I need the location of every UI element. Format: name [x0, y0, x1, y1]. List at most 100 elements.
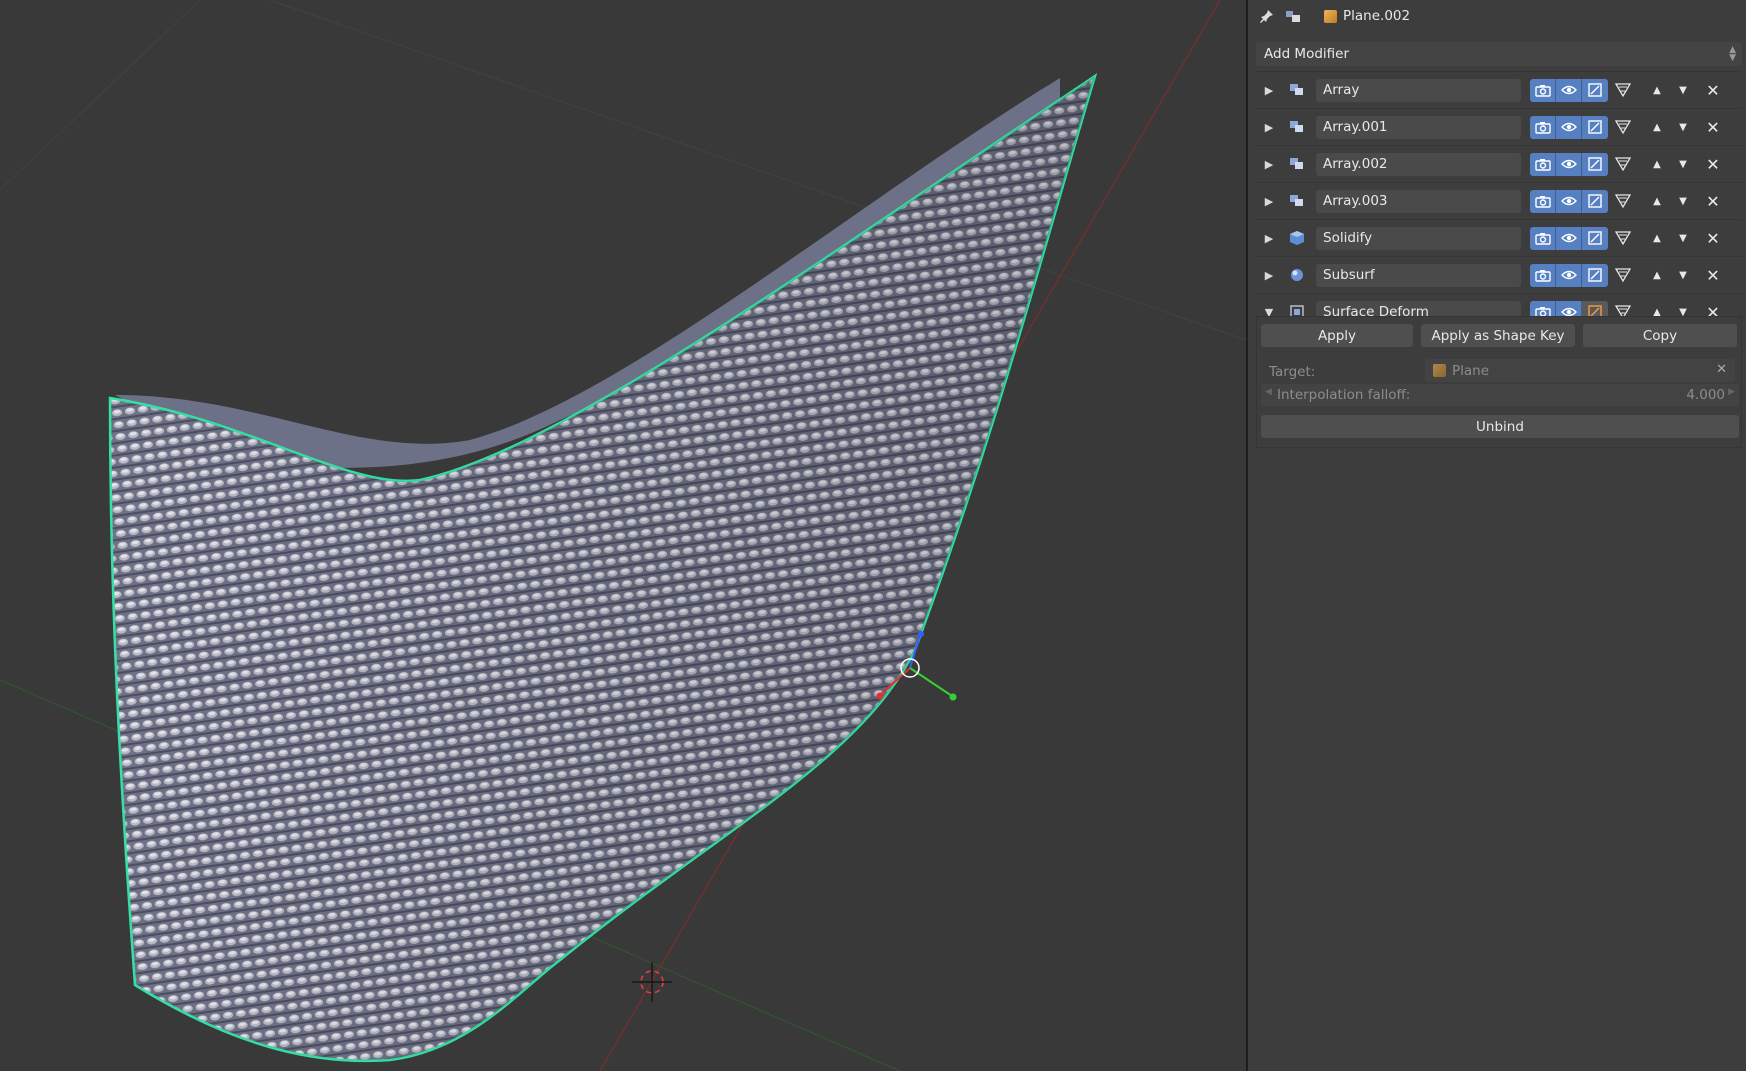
move-buttons: ▲ ▼	[1646, 79, 1694, 102]
on-cage-toggle-icon[interactable]	[1610, 116, 1636, 139]
viewport-toggle-icon[interactable]	[1556, 189, 1582, 213]
remove-modifier-icon[interactable]: ✕	[1700, 79, 1726, 102]
modifier-toggles	[1530, 263, 1608, 287]
viewport-toggle-icon[interactable]	[1556, 263, 1582, 287]
properties-header: Plane.002	[1248, 0, 1746, 32]
expand-right-icon[interactable]: ▶	[1256, 158, 1282, 171]
remove-modifier-icon[interactable]: ✕	[1700, 227, 1726, 250]
modifier-name-field[interactable]: Array	[1316, 78, 1521, 102]
target-label: Target:	[1269, 364, 1316, 380]
pin-icon[interactable]	[1258, 7, 1276, 25]
clear-icon[interactable]: ✕	[1716, 362, 1727, 377]
render-toggle-icon[interactable]	[1530, 189, 1556, 213]
editmode-toggle-icon[interactable]	[1582, 189, 1608, 213]
viewport-toggle-icon[interactable]	[1556, 226, 1582, 250]
array-icon	[1282, 194, 1312, 208]
decrement-arrow-icon[interactable]: ◀	[1265, 387, 1272, 397]
move-down-icon[interactable]: ▼	[1672, 190, 1694, 213]
properties-editor: Plane.002 Add Modifier ▲ ▼ ▶ Array ▲ ▼ ✕ ▶ Arra…	[1248, 0, 1746, 1071]
move-buttons: ▲ ▼	[1646, 227, 1694, 250]
move-down-icon[interactable]: ▼	[1672, 227, 1694, 250]
copy-button[interactable]: Copy	[1583, 324, 1737, 347]
target-value: Plane	[1452, 362, 1490, 379]
render-toggle-icon[interactable]	[1530, 263, 1556, 287]
surface-deform-panel: Apply Apply as Shape Key Copy Target: Pl…	[1256, 316, 1742, 448]
object-cube-icon	[1324, 9, 1337, 23]
modifier-name-field[interactable]: Subsurf	[1316, 263, 1521, 287]
add-modifier-label: Add Modifier	[1264, 46, 1350, 62]
expand-right-icon[interactable]: ▶	[1256, 232, 1282, 245]
move-up-icon[interactable]: ▲	[1646, 227, 1668, 250]
viewport-canvas	[0, 0, 1246, 1071]
move-buttons: ▲ ▼	[1646, 190, 1694, 213]
render-toggle-icon[interactable]	[1530, 78, 1556, 102]
target-field[interactable]: Plane ✕	[1425, 359, 1735, 382]
modifier-row: ▶ Subsurf ▲ ▼ ✕	[1256, 256, 1742, 293]
viewport-toggle-icon[interactable]	[1556, 78, 1582, 102]
modifier-name-field[interactable]: Solidify	[1316, 226, 1521, 250]
add-modifier-dropdown[interactable]: Add Modifier ▲ ▼	[1256, 42, 1742, 66]
move-down-icon[interactable]: ▼	[1672, 264, 1694, 287]
modifier-row: ▶ Array.003 ▲ ▼ ✕	[1256, 182, 1742, 219]
modifier-name-field[interactable]: Array.003	[1316, 189, 1521, 213]
modifier-toggles	[1530, 152, 1608, 176]
move-down-icon[interactable]: ▼	[1672, 116, 1694, 139]
modifier-stack: ▶ Array ▲ ▼ ✕ ▶ Array.001 ▲ ▼ ✕ ▶ Array.002 ▲ ▼ ✕ ▶ Arra…	[1256, 71, 1742, 330]
expand-right-icon[interactable]: ▶	[1256, 195, 1282, 208]
viewport-toggle-icon[interactable]	[1556, 152, 1582, 176]
modifier-name-field[interactable]: Array.001	[1316, 115, 1521, 139]
increment-arrow-icon[interactable]: ▶	[1728, 387, 1735, 397]
remove-modifier-icon[interactable]: ✕	[1700, 264, 1726, 287]
falloff-label: Interpolation falloff:	[1277, 387, 1411, 403]
3d-cursor-icon[interactable]	[632, 962, 672, 1002]
modifier-row: ▶ Solidify ▲ ▼ ✕	[1256, 219, 1742, 256]
array-icon	[1282, 157, 1312, 171]
dropdown-arrows-icon: ▲ ▼	[1729, 45, 1736, 63]
on-cage-toggle-icon[interactable]	[1610, 153, 1636, 176]
expand-right-icon[interactable]: ▶	[1256, 84, 1282, 97]
context-link-icon[interactable]	[1284, 7, 1302, 25]
remove-modifier-icon[interactable]: ✕	[1700, 153, 1726, 176]
apply-button[interactable]: Apply	[1261, 324, 1413, 347]
interpolation-falloff-field[interactable]: ◀ Interpolation falloff: 4.000 ▶	[1261, 384, 1739, 406]
render-toggle-icon[interactable]	[1530, 152, 1556, 176]
move-up-icon[interactable]: ▲	[1646, 264, 1668, 287]
move-up-icon[interactable]: ▲	[1646, 153, 1668, 176]
apply-as-shape-key-button[interactable]: Apply as Shape Key	[1421, 324, 1575, 347]
object-cube-icon	[1433, 364, 1446, 377]
on-cage-toggle-icon[interactable]	[1610, 264, 1636, 287]
expand-right-icon[interactable]: ▶	[1256, 121, 1282, 134]
move-down-icon[interactable]: ▼	[1672, 79, 1694, 102]
editmode-toggle-icon[interactable]	[1582, 152, 1608, 176]
render-toggle-icon[interactable]	[1530, 226, 1556, 250]
move-up-icon[interactable]: ▲	[1646, 116, 1668, 139]
modifier-row: ▶ Array.001 ▲ ▼ ✕	[1256, 108, 1742, 145]
modifier-row: ▶ Array ▲ ▼ ✕	[1256, 71, 1742, 108]
unbind-button[interactable]: Unbind	[1261, 415, 1739, 438]
grid-line	[0, 0, 201, 191]
editmode-toggle-icon[interactable]	[1582, 263, 1608, 287]
editmode-toggle-icon[interactable]	[1582, 226, 1608, 250]
subsurf-icon	[1282, 267, 1312, 283]
move-down-icon[interactable]: ▼	[1672, 153, 1694, 176]
modifier-action-buttons: Apply Apply as Shape Key Copy	[1261, 324, 1737, 347]
remove-modifier-icon[interactable]: ✕	[1700, 190, 1726, 213]
on-cage-toggle-icon[interactable]	[1610, 227, 1636, 250]
on-cage-toggle-icon[interactable]	[1610, 190, 1636, 213]
object-breadcrumb: Plane.002	[1324, 8, 1410, 24]
remove-modifier-icon[interactable]: ✕	[1700, 116, 1726, 139]
expand-right-icon[interactable]: ▶	[1256, 269, 1282, 282]
editmode-toggle-icon[interactable]	[1582, 115, 1608, 139]
3d-viewport[interactable]	[0, 0, 1246, 1071]
falloff-value: 4.000	[1686, 387, 1725, 403]
viewport-toggle-icon[interactable]	[1556, 115, 1582, 139]
move-up-icon[interactable]: ▲	[1646, 190, 1668, 213]
move-up-icon[interactable]: ▲	[1646, 79, 1668, 102]
move-buttons: ▲ ▼	[1646, 116, 1694, 139]
move-buttons: ▲ ▼	[1646, 153, 1694, 176]
render-toggle-icon[interactable]	[1530, 115, 1556, 139]
editmode-toggle-icon[interactable]	[1582, 78, 1608, 102]
modifier-name-field[interactable]: Array.002	[1316, 152, 1521, 176]
move-buttons: ▲ ▼	[1646, 264, 1694, 287]
on-cage-toggle-icon[interactable]	[1610, 79, 1636, 102]
